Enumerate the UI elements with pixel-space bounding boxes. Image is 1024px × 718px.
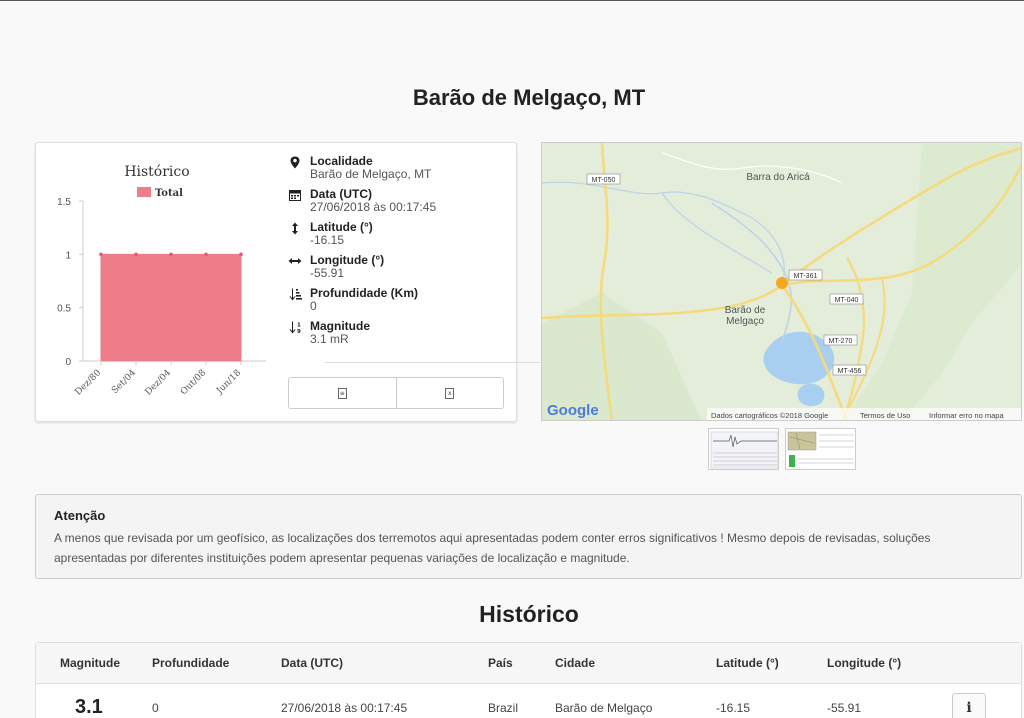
- detail-latitude: Latitude (°) -16.15: [286, 221, 506, 247]
- road-label-mt050: MT-050: [592, 177, 616, 184]
- event-info-card: Histórico Total 0 0.5 1 1.5 Dez/80 Set/04 Dez/04…: [35, 142, 540, 423]
- cell-cidade: Barão de Melgaço: [555, 701, 653, 715]
- x-tick-label: Jun/18: [214, 368, 243, 397]
- history-section-title: Histórico: [479, 601, 579, 627]
- map-canvas: MT-050 MT-361 MT-040 MT-270 MT-456 Barra…: [542, 143, 1021, 420]
- header-longitude[interactable]: Longitude (°): [827, 656, 901, 670]
- sort-numeric-icon: 19: [288, 321, 302, 335]
- y-tick-label: 0.5: [57, 304, 71, 315]
- header-magnitude[interactable]: Magnitude: [60, 656, 120, 670]
- export-xls-button[interactable]: x: [395, 378, 504, 408]
- detail-magnitude: 19 Magnitude 3.1 mR: [286, 320, 506, 346]
- place-label-barra-do-arica: Barra do Aricá: [746, 172, 810, 183]
- header-latitude[interactable]: Latitude (°): [716, 656, 779, 670]
- file-text-icon: ≡: [337, 387, 347, 399]
- location-map[interactable]: MT-050 MT-361 MT-040 MT-270 MT-456 Barra…: [541, 142, 1022, 421]
- header-cidade[interactable]: Cidade: [555, 656, 595, 670]
- table-row[interactable]: 3.1 0 27/06/2018 às 00:17:45 Brazil Barã…: [36, 684, 1021, 718]
- series-area-total: [100, 253, 242, 362]
- seismogram-thumbnail-1[interactable]: [708, 428, 779, 470]
- data-point: [239, 252, 243, 257]
- x-tick-label: Out/08: [179, 368, 208, 397]
- map-data-attribution: Dados cartográficos ©2018 Google: [711, 411, 828, 420]
- cell-magnitude: 3.1: [75, 696, 103, 718]
- file-excel-icon: x: [445, 387, 455, 399]
- header-pais[interactable]: País: [488, 656, 513, 670]
- detail-localidade: Localidade Barão de Melgaço, MT: [286, 155, 506, 181]
- y-tick-label: 1.5: [57, 197, 71, 208]
- cell-data: 27/06/2018 às 00:17:45: [281, 701, 408, 715]
- sort-amount-icon: [288, 288, 302, 302]
- history-table: Magnitude Profundidade Data (UTC) País C…: [35, 642, 1022, 718]
- data-point: [204, 252, 208, 257]
- export-button-group: ≡ x: [288, 377, 504, 409]
- export-pdf-button[interactable]: ≡: [289, 378, 396, 408]
- x-tick-label: Set/04: [110, 368, 138, 396]
- page-title: Barão de Melgaço, MT: [412, 85, 646, 110]
- alert-body: A menos que revisada por um geofísico, a…: [54, 531, 931, 565]
- legend-label-total: Total: [155, 188, 183, 199]
- seismogram-thumbnail-2[interactable]: [785, 428, 856, 470]
- x-tick-label: Dez/04: [144, 368, 174, 398]
- svg-text:9: 9: [297, 329, 301, 334]
- place-label-barao-line1: Barão de: [725, 305, 766, 316]
- map-report-error-link[interactable]: Informar erro no mapa: [929, 411, 1004, 420]
- cell-longitude: -55.91: [827, 701, 862, 715]
- seismogram-thumbnails: [708, 428, 856, 470]
- warning-alert: Atenção A menos que revisada por um geof…: [35, 494, 1022, 579]
- event-details: Localidade Barão de Melgaço, MT Data (UT…: [286, 155, 506, 353]
- legend-swatch-total: [137, 187, 151, 197]
- cell-latitude: -16.15: [716, 701, 751, 715]
- header-data[interactable]: Data (UTC): [281, 656, 343, 670]
- cell-pais: Brazil: [488, 701, 519, 715]
- road-label-mt040: MT-040: [835, 297, 859, 304]
- cell-profundidade: 0: [152, 701, 159, 715]
- alert-title: Atenção: [54, 508, 106, 523]
- history-chart-svg: Histórico Total 0 0.5 1 1.5 Dez/80 Set/04 Dez/04…: [57, 164, 266, 398]
- detail-profundidade-label: Profundidade (Km): [310, 286, 418, 300]
- map-terms-link[interactable]: Termos de Uso: [860, 411, 910, 420]
- svg-text:1: 1: [297, 323, 301, 329]
- chart-title: Histórico: [124, 164, 189, 180]
- arrows-horizontal-icon: [288, 255, 302, 269]
- google-logo: Google: [547, 402, 599, 419]
- data-point: [134, 252, 138, 257]
- history-chart: Histórico Total 0 0.5 1 1.5 Dez/80 Set/04 Dez/04…: [36, 143, 286, 423]
- road-label-mt361: MT-361: [794, 273, 818, 280]
- detail-latitude-value: -16.15: [310, 233, 345, 247]
- details-divider: [324, 362, 540, 363]
- detail-localidade-value: Barão de Melgaço, MT: [310, 167, 432, 181]
- detail-data-value: 27/06/2018 às 00:17:45: [310, 200, 437, 214]
- data-point: [169, 252, 173, 257]
- info-icon: i: [966, 700, 972, 716]
- x-tick-label: Dez/80: [74, 368, 104, 398]
- map-marker-icon: [288, 156, 302, 170]
- arrows-vertical-icon: [288, 222, 302, 236]
- calendar-icon: [288, 189, 302, 203]
- detail-magnitude-value: 3.1 mR: [310, 332, 349, 346]
- detail-data: Data (UTC) 27/06/2018 às 00:17:45: [286, 188, 506, 214]
- road-label-mt270: MT-270: [829, 338, 853, 345]
- place-label-barao-line2: Melgaço: [726, 316, 764, 327]
- row-info-button[interactable]: i: [952, 693, 986, 718]
- y-tick-label: 0: [65, 357, 71, 368]
- road-label-mt456: MT-456: [838, 368, 862, 375]
- data-point: [99, 252, 103, 257]
- detail-profundidade: Profundidade (Km) 0: [286, 287, 506, 313]
- epicenter-marker[interactable]: [776, 277, 788, 289]
- detail-longitude: Longitude (°) -55.91: [286, 254, 506, 280]
- y-tick-label: 1: [65, 250, 71, 261]
- detail-profundidade-value: 0: [310, 299, 317, 313]
- header-profundidade[interactable]: Profundidade: [152, 656, 229, 670]
- detail-longitude-value: -55.91: [310, 266, 345, 280]
- history-table-header: Magnitude Profundidade Data (UTC) País C…: [36, 643, 1021, 684]
